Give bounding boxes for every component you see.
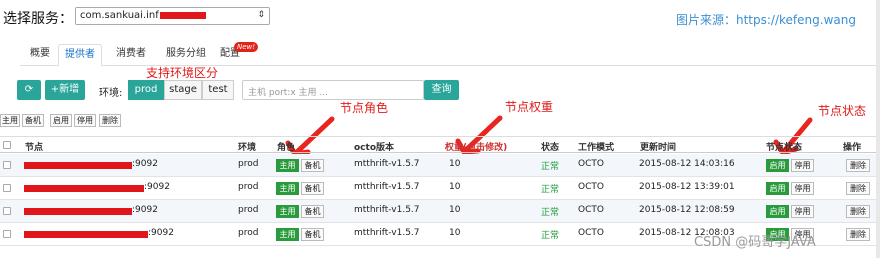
row-mode: OCTO bbox=[578, 228, 604, 238]
col-node: 节点 bbox=[25, 143, 44, 153]
role-backup-button[interactable]: 备机 bbox=[301, 182, 324, 195]
table-row: :9092 prod 主用 备机 mtthrift-v1.5.7 10 正常 O… bbox=[0, 177, 876, 200]
row-env: prod bbox=[238, 159, 259, 169]
col-updated: 更新时间 bbox=[640, 143, 677, 153]
row-checkbox[interactable] bbox=[3, 184, 11, 192]
row-node: :9092 bbox=[148, 228, 174, 238]
search-button[interactable]: 查询 bbox=[424, 80, 459, 100]
bulk-enable-button[interactable]: 启用 bbox=[50, 114, 72, 127]
row-mode: OCTO bbox=[578, 159, 604, 169]
status-enable-button[interactable]: 启用 bbox=[766, 159, 789, 172]
row-weight[interactable]: 10 bbox=[449, 205, 460, 215]
col-node-status: 节点状态 bbox=[766, 143, 803, 153]
col-version: octo版本 bbox=[354, 143, 395, 153]
row-mode: OCTO bbox=[578, 182, 604, 192]
col-weight[interactable]: 权重(点击修改) bbox=[445, 140, 507, 153]
delete-button[interactable]: 删除 bbox=[846, 182, 870, 195]
row-state: 正常 bbox=[541, 208, 560, 218]
row-weight[interactable]: 10 bbox=[449, 182, 460, 192]
env-label: 环境: bbox=[99, 88, 123, 99]
status-disable-button[interactable]: 停用 bbox=[791, 182, 814, 195]
redaction-mark bbox=[24, 162, 132, 169]
row-env: prod bbox=[238, 182, 259, 192]
role-backup-button[interactable]: 备机 bbox=[301, 205, 324, 218]
refresh-button[interactable]: ⟳ bbox=[17, 80, 41, 100]
row-env: prod bbox=[238, 205, 259, 215]
row-updated: 2015-08-12 14:03:16 bbox=[639, 159, 735, 169]
row-state: 正常 bbox=[541, 162, 560, 172]
status-enable-button[interactable]: 启用 bbox=[766, 205, 789, 218]
redaction-mark bbox=[24, 208, 132, 215]
redaction-mark bbox=[24, 231, 148, 238]
row-version: mtthrift-v1.5.7 bbox=[354, 205, 420, 215]
role-primary-button[interactable]: 主用 bbox=[276, 182, 299, 195]
env-test-button[interactable]: test bbox=[202, 80, 234, 100]
delete-button[interactable]: 删除 bbox=[846, 159, 870, 172]
select-all-checkbox[interactable] bbox=[3, 141, 11, 149]
redaction-mark bbox=[24, 185, 144, 192]
row-weight[interactable]: 10 bbox=[449, 228, 460, 238]
role-primary-button[interactable]: 主用 bbox=[276, 205, 299, 218]
bulk-delete-button[interactable]: 删除 bbox=[99, 114, 121, 127]
refresh-icon: ⟳ bbox=[24, 84, 34, 95]
env-prod-button[interactable]: prod bbox=[128, 80, 164, 100]
role-primary-button[interactable]: 主用 bbox=[276, 159, 299, 172]
search-input[interactable]: 主机 port:x 主用 ... bbox=[242, 80, 424, 100]
bulk-primary-button[interactable]: 主用 bbox=[0, 114, 20, 127]
row-state: 正常 bbox=[541, 185, 560, 195]
table-row: :9092 prod 主用 备机 mtthrift-v1.5.7 10 正常 O… bbox=[0, 154, 876, 177]
row-version: mtthrift-v1.5.7 bbox=[354, 182, 420, 192]
table-header: 节点 环境 角色 octo版本 权重(点击修改) 状态 工作模式 更新时间 节点… bbox=[0, 136, 876, 153]
row-env: prod bbox=[238, 228, 259, 238]
row-mode: OCTO bbox=[578, 205, 604, 215]
status-disable-button[interactable]: 停用 bbox=[791, 205, 814, 218]
row-checkbox[interactable] bbox=[3, 230, 11, 238]
row-checkbox[interactable] bbox=[3, 207, 11, 215]
col-action: 操作 bbox=[843, 143, 862, 153]
row-checkbox[interactable] bbox=[3, 161, 11, 169]
role-backup-button[interactable]: 备机 bbox=[301, 228, 324, 241]
row-updated: 2015-08-12 13:39:01 bbox=[639, 182, 735, 192]
add-button[interactable]: +新增 bbox=[45, 80, 85, 100]
table-row: :9092 prod 主用 备机 mtthrift-v1.5.7 10 正常 O… bbox=[0, 200, 876, 223]
row-node: :9092 bbox=[132, 159, 158, 169]
status-enable-button[interactable]: 启用 bbox=[766, 182, 789, 195]
col-role: 角色 bbox=[277, 143, 296, 153]
row-version: mtthrift-v1.5.7 bbox=[354, 159, 420, 169]
col-env: 环境 bbox=[238, 143, 257, 153]
row-state: 正常 bbox=[541, 231, 560, 241]
status-disable-button[interactable]: 停用 bbox=[791, 159, 814, 172]
watermark: CSDN @码哥学JAVA bbox=[694, 235, 816, 250]
col-mode: 工作模式 bbox=[578, 143, 615, 153]
row-node: :9092 bbox=[144, 182, 170, 192]
bulk-disable-button[interactable]: 停用 bbox=[74, 114, 96, 127]
delete-button[interactable]: 删除 bbox=[846, 205, 870, 218]
delete-button[interactable]: 删除 bbox=[846, 228, 870, 241]
row-version: mtthrift-v1.5.7 bbox=[354, 228, 420, 238]
role-primary-button[interactable]: 主用 bbox=[276, 228, 299, 241]
row-updated: 2015-08-12 12:08:59 bbox=[639, 205, 735, 215]
row-node: :9092 bbox=[132, 205, 158, 215]
row-weight[interactable]: 10 bbox=[449, 159, 460, 169]
role-backup-button[interactable]: 备机 bbox=[301, 159, 324, 172]
bulk-backup-button[interactable]: 备机 bbox=[22, 114, 44, 127]
col-state: 状态 bbox=[541, 143, 560, 153]
env-stage-button[interactable]: stage bbox=[164, 80, 202, 100]
scrollbar[interactable] bbox=[876, 0, 880, 258]
